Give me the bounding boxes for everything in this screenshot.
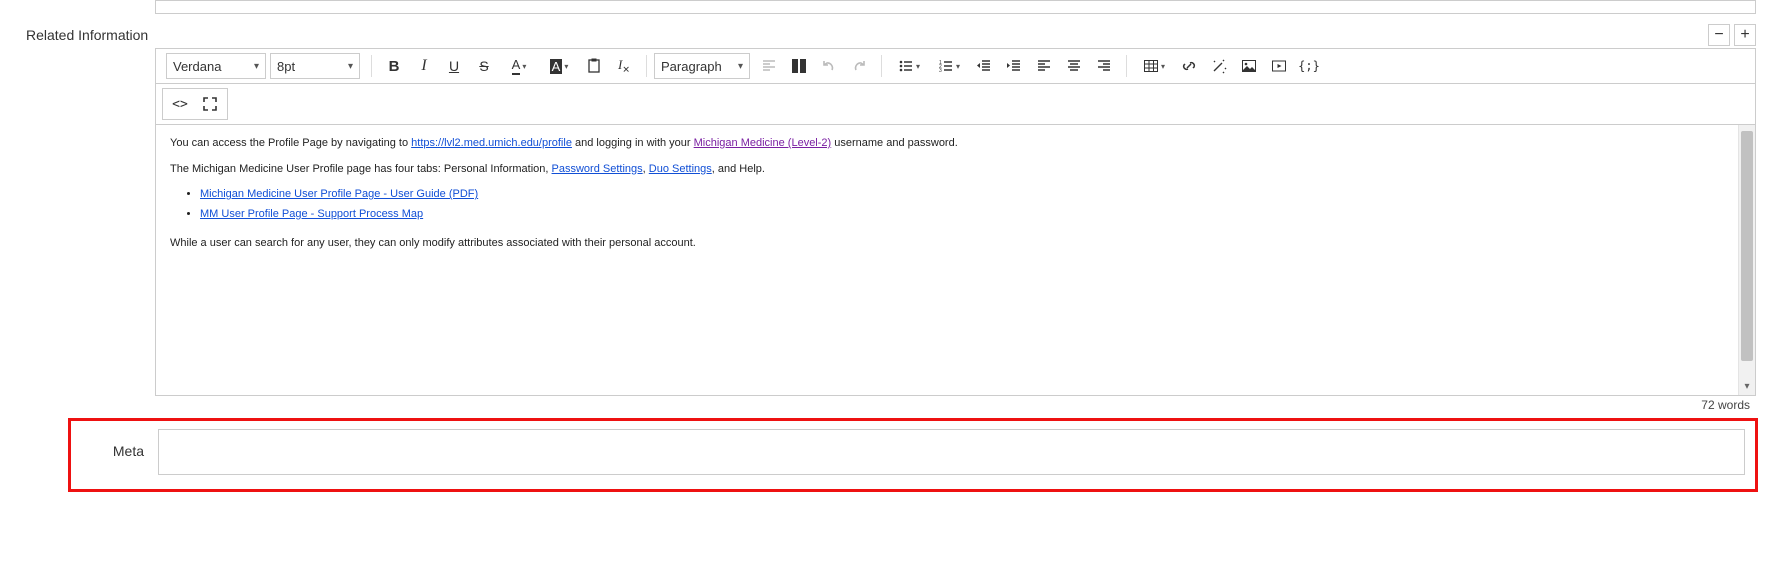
outdent-icon [976,58,992,74]
password-settings-link[interactable]: Password Settings [552,163,643,175]
mm-level2-link[interactable]: Michigan Medicine (Level-2) [694,137,832,149]
paste-button[interactable] [579,53,609,79]
strikethrough-button[interactable]: S [469,53,499,79]
code-icon: {;} [1298,59,1320,73]
clear-format-icon: I✕ [618,57,630,76]
editor-toolbar-row2: <> [156,84,1755,125]
chevron-down-icon: ▾ [730,61,743,72]
editor-content[interactable]: You can access the Profile Page by navig… [156,125,1738,395]
chevron-down-icon: ▾ [246,61,259,72]
align-left-button[interactable] [754,53,784,79]
video-icon [1271,58,1287,74]
scroll-down-icon: ▾ [1739,378,1755,395]
image-button[interactable] [1234,53,1264,79]
paragraph: While a user can search for any user, th… [170,235,1724,253]
code-sample-button[interactable]: {;} [1294,53,1324,79]
italic-icon: I [421,57,426,75]
chevron-down-icon: ▾ [956,62,960,71]
highlight-color-button[interactable]: A ▾ [539,53,579,79]
clear-formatting-button[interactable]: I✕ [609,53,639,79]
meta-label: Meta [81,429,158,459]
underline-button[interactable]: U [439,53,469,79]
align-right-icon [1096,58,1112,74]
table-icon [1143,58,1159,74]
chevron-down-icon: ▾ [340,61,353,72]
font-size-value: 8pt [277,59,295,74]
align-justify-button[interactable] [784,53,814,79]
numbered-list-button[interactable]: 123 ▾ [929,53,969,79]
link-button[interactable] [1174,53,1204,79]
section-label-related-information: Related Information [0,27,148,43]
indent-icon [1006,58,1022,74]
table-button[interactable]: ▾ [1134,53,1174,79]
highlight-icon: A [550,59,563,74]
italic-button[interactable]: I [409,53,439,79]
align-right-button[interactable] [1089,53,1119,79]
bullet-list-button[interactable]: ▾ [889,53,929,79]
scrollbar-thumb[interactable] [1741,131,1753,361]
redo-button[interactable] [844,53,874,79]
strikethrough-icon: S [479,58,488,74]
align-center-icon [1066,58,1082,74]
source-code-button[interactable]: <> [165,91,195,117]
bold-button[interactable]: B [379,53,409,79]
paragraph: You can access the Profile Page by navig… [170,135,1724,153]
block-format-value: Paragraph [661,59,722,74]
list-item: MM User Profile Page - Support Process M… [200,206,1724,224]
magic-icon [1211,58,1227,74]
duo-settings-link[interactable]: Duo Settings [649,163,712,175]
image-icon [1241,58,1257,74]
profile-url-link[interactable]: https://lvl2.med.umich.edu/profile [411,137,572,149]
bold-icon: B [389,58,400,75]
chevron-down-icon: ▾ [522,62,526,71]
paragraph: The Michigan Medicine User Profile page … [170,161,1724,179]
block-format-select[interactable]: Paragraph ▾ [654,53,750,79]
editor-scrollbar[interactable]: ▾ [1738,125,1755,395]
clipboard-icon [586,58,602,74]
collapse-button[interactable]: − [1708,24,1730,46]
support-process-map-link[interactable]: MM User Profile Page - Support Process M… [200,208,423,220]
align-left-icon [1036,58,1052,74]
chevron-down-icon: ▾ [1161,62,1165,71]
undo-icon [821,58,837,74]
source-icon: <> [172,97,188,112]
underline-icon: U [449,58,459,74]
rich-text-editor: Verdana ▾ 8pt ▾ B I U S A ▾ [155,48,1756,396]
link-list: Michigan Medicine User Profile Page - Us… [200,186,1724,223]
bullet-list-icon [898,58,914,74]
indent-button[interactable] [999,53,1029,79]
svg-text:3: 3 [939,68,942,74]
outdent-button[interactable] [969,53,999,79]
meta-input[interactable] [158,429,1745,475]
fullscreen-button[interactable] [195,91,225,117]
redo-icon [851,58,867,74]
indent-icon [791,58,807,74]
text-color-icon: A [512,57,521,75]
chevron-down-icon: ▾ [916,62,920,71]
fullscreen-icon [202,96,218,112]
font-size-select[interactable]: 8pt ▾ [270,53,360,79]
previous-word-count: 58 words [1700,0,1749,1]
user-guide-pdf-link[interactable]: Michigan Medicine User Profile Page - Us… [200,188,478,200]
add-button[interactable]: + [1734,24,1756,46]
undo-button[interactable] [814,53,844,79]
editor-toolbar: Verdana ▾ 8pt ▾ B I U S A ▾ [156,49,1755,84]
align-left-icon [761,58,777,74]
unlink-button[interactable] [1204,53,1234,79]
minus-icon: − [1714,27,1723,43]
font-family-value: Verdana [173,59,221,74]
text-color-button[interactable]: A ▾ [499,53,539,79]
list-item: Michigan Medicine User Profile Page - Us… [200,186,1724,204]
align-left-button-2[interactable] [1029,53,1059,79]
previous-editor-tail: 58 words [155,0,1756,14]
link-icon [1181,58,1197,74]
font-family-select[interactable]: Verdana ▾ [166,53,266,79]
chevron-down-icon: ▾ [564,62,568,71]
media-button[interactable] [1264,53,1294,79]
meta-field-highlight: Meta [68,418,1758,492]
editor-word-count: 72 words [155,396,1756,412]
numbered-list-icon: 123 [938,58,954,74]
plus-icon: + [1740,27,1749,43]
align-center-button[interactable] [1059,53,1089,79]
